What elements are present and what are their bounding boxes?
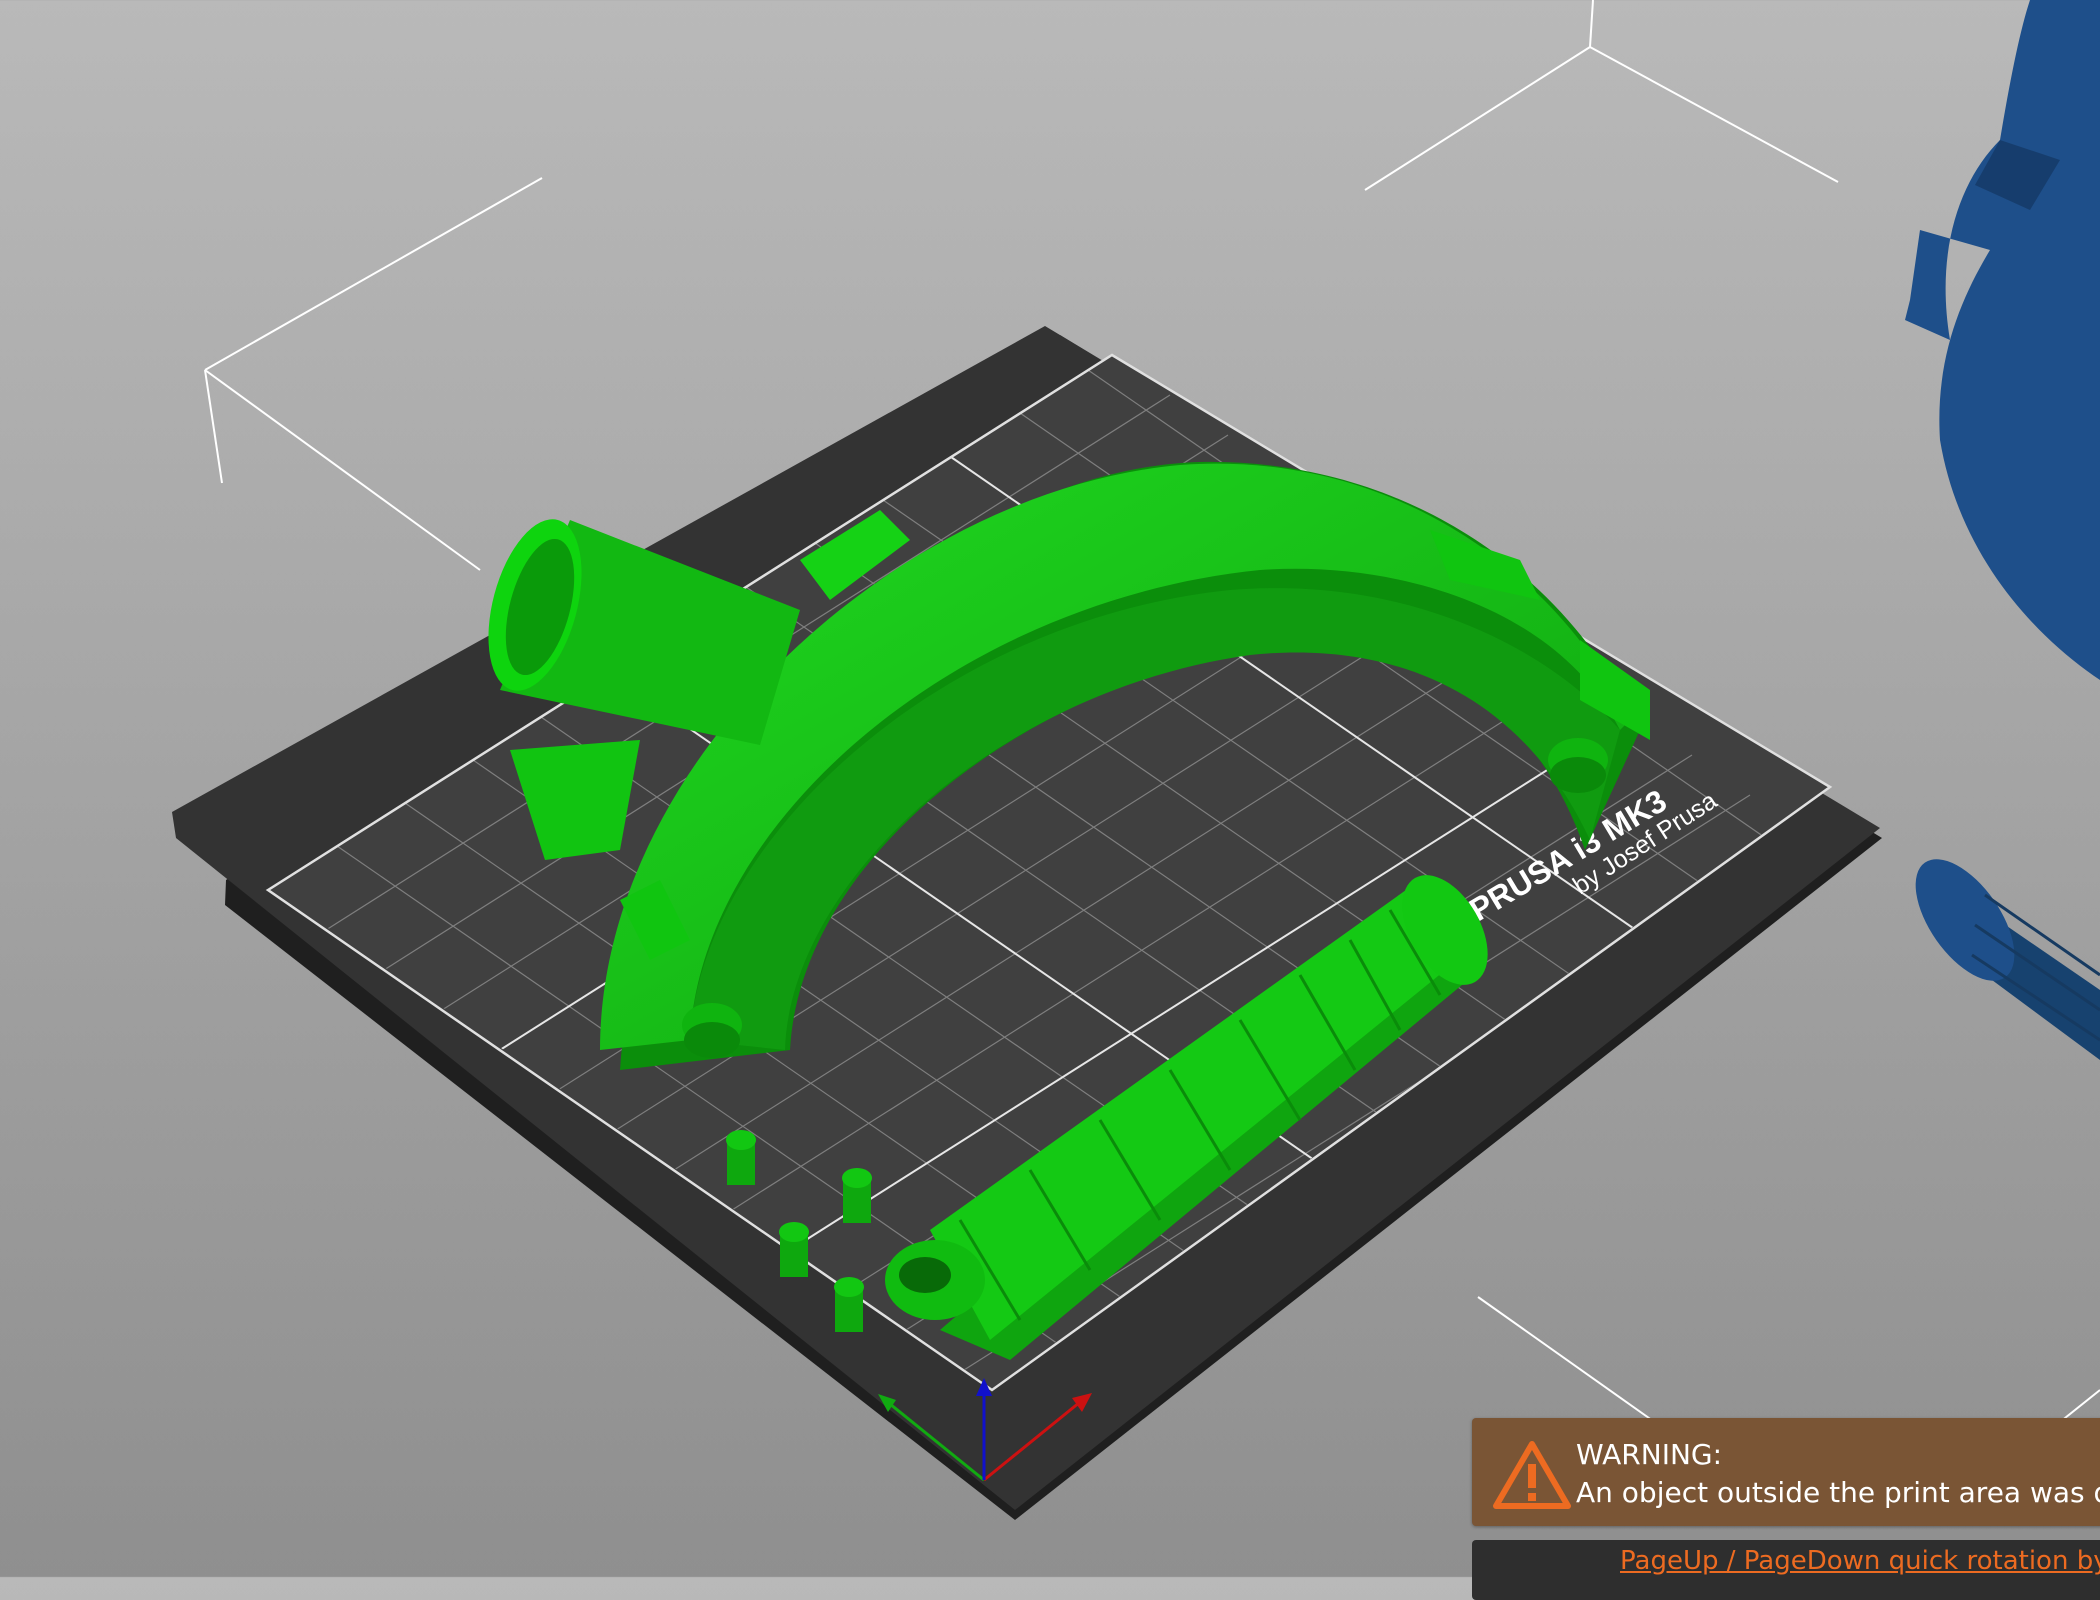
3d-viewport[interactable]: PRUSA i3 MK3 by Josef Prusa	[0, 0, 2100, 1577]
warning-title: WARNING:	[1576, 1438, 1723, 1471]
hint-text[interactable]: PageUp / PageDown quick rotation by 45 d…	[1620, 1546, 2100, 1576]
warning-triangle-icon	[1493, 1441, 1571, 1509]
warning-notification: WARNING: An object outside the print are…	[1472, 1418, 2100, 1526]
object-outside-large[interactable]	[1905, 0, 2100, 680]
warning-text: An object outside the print area was det…	[1576, 1476, 2100, 1509]
object-outside-handle[interactable]	[1896, 843, 2100, 1060]
hint-notification: PageUp / PageDown quick rotation by 45 d…	[1472, 1540, 2100, 1600]
